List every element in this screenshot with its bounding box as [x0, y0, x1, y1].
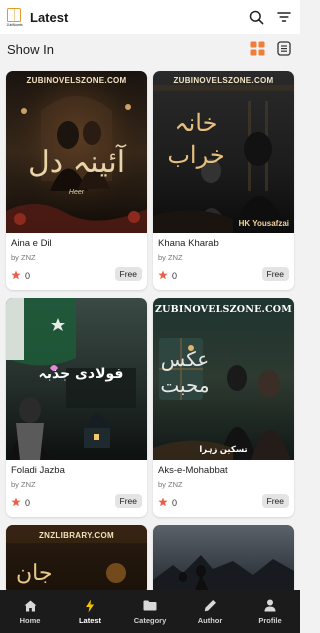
book-title: Foladi Jazba — [11, 465, 65, 476]
book-card-khana-kharab[interactable]: ZUBINOVELSZONE.COM خانہ خراب HK Yousafza… — [153, 71, 294, 290]
section-header: Show In — [0, 34, 300, 64]
rating-value: 0 — [172, 498, 178, 508]
section-title: Show In — [7, 41, 54, 57]
book-cover[interactable]: ZUBINOVELSZONE.COM آئینہ دل Heer — [6, 71, 147, 233]
rating-value: 0 — [25, 271, 31, 281]
person-icon — [263, 599, 277, 613]
cover-title-text: خانہ خراب — [167, 109, 225, 169]
cover-site-text: ZNZLIBRARY.COM — [38, 531, 114, 540]
nav-label: Latest — [78, 615, 102, 625]
book-cover[interactable] — [153, 525, 294, 595]
cover-site-text: ZUBINOVELSZONE.COM — [173, 76, 274, 85]
book-card-partial[interactable]: ZNZLIBRARY.COM جان — [6, 525, 147, 595]
book-grid: ZUBINOVELSZONE.COM آئینہ دل Heer Aina e … — [6, 71, 294, 595]
logo-text: ZubiNovels — [6, 22, 23, 27]
app-logo: ZubiNovels — [5, 7, 24, 28]
folder-icon — [143, 599, 157, 613]
book-card-aks-e-mohabbat[interactable]: ZUBINOVELSZONE.COM عکس محبت تسکین زہرا A… — [153, 298, 294, 517]
book-rating: 0 — [11, 497, 30, 509]
cover-title-text: فولادی جذبہ — [38, 366, 124, 382]
home-icon — [23, 599, 37, 613]
cover-title-text: عکس محبت — [160, 347, 210, 397]
nav-category[interactable]: Category — [120, 590, 180, 633]
book-cover[interactable]: ZNZLIBRARY.COM جان — [6, 525, 147, 595]
book-author: by ZNZ — [158, 253, 183, 262]
grid-view-icon[interactable] — [248, 39, 266, 57]
book-title: Aks-e-Mohabbat — [158, 465, 228, 476]
cover-site-text: ZUBINOVELSZONE.COM — [26, 76, 127, 85]
book-cover[interactable]: ZUBINOVELSZONE.COM عکس محبت تسکین زہرا — [153, 298, 294, 460]
nav-label: Profile — [258, 615, 282, 625]
book-title: Khana Kharab — [158, 238, 219, 249]
rating-value: 0 — [172, 271, 178, 281]
book-cover[interactable]: ZUBINOVELSZONE.COM خانہ خراب HK Yousafza… — [153, 71, 294, 233]
book-author: by ZNZ — [11, 480, 36, 489]
star-icon — [11, 270, 21, 282]
page-title: Latest — [30, 9, 69, 25]
cover-title-text: آئینہ دل — [27, 145, 126, 180]
bottom-navigation: Home Latest Category Author Profile — [0, 590, 300, 633]
price-badge: Free — [261, 494, 289, 508]
book-rating: 0 — [158, 497, 177, 509]
book-card-aina-e-dil[interactable]: ZUBINOVELSZONE.COM آئینہ دل Heer Aina e … — [6, 71, 147, 290]
rating-value: 0 — [25, 498, 31, 508]
price-badge: Free — [114, 494, 142, 508]
list-view-icon[interactable] — [275, 39, 293, 57]
price-badge: Free — [114, 267, 142, 281]
cover-writer-text: HK Yousafzai — [238, 219, 289, 228]
book-rating: 0 — [158, 270, 177, 282]
cover-writer-text: تسکین زہرا — [199, 444, 248, 454]
search-icon[interactable] — [246, 7, 266, 27]
pen-icon — [203, 599, 217, 613]
book-card-foladi-jazba[interactable]: فولادی جذبہ Foladi Jazba by ZNZ 0 Free — [6, 298, 147, 517]
book-author: by ZNZ — [158, 480, 183, 489]
star-icon — [11, 497, 21, 509]
star-icon — [158, 497, 168, 509]
top-app-bar: ZubiNovels Latest — [0, 0, 300, 34]
nav-label: Home — [19, 615, 41, 625]
price-badge: Free — [261, 267, 289, 281]
nav-latest[interactable]: Latest — [60, 590, 120, 633]
star-icon — [158, 270, 168, 282]
nav-label: Category — [133, 615, 167, 625]
book-logo-icon — [7, 7, 21, 22]
book-card-partial[interactable] — [153, 525, 294, 595]
nav-home[interactable]: Home — [0, 590, 60, 633]
cover-site-text: ZUBINOVELSZONE.COM — [154, 304, 293, 315]
book-cover[interactable]: فولادی جذبہ — [6, 298, 147, 460]
book-title: Aina e Dil — [11, 238, 52, 249]
cover-title-text: جان — [16, 561, 53, 586]
filter-icon[interactable] — [274, 7, 294, 27]
book-rating: 0 — [11, 270, 30, 282]
book-author: by ZNZ — [11, 253, 36, 262]
nav-label: Author — [197, 615, 223, 625]
cover-writer-text: Heer — [68, 189, 85, 196]
nav-profile[interactable]: Profile — [240, 590, 300, 633]
lightning-icon — [83, 599, 97, 613]
nav-author[interactable]: Author — [180, 590, 240, 633]
